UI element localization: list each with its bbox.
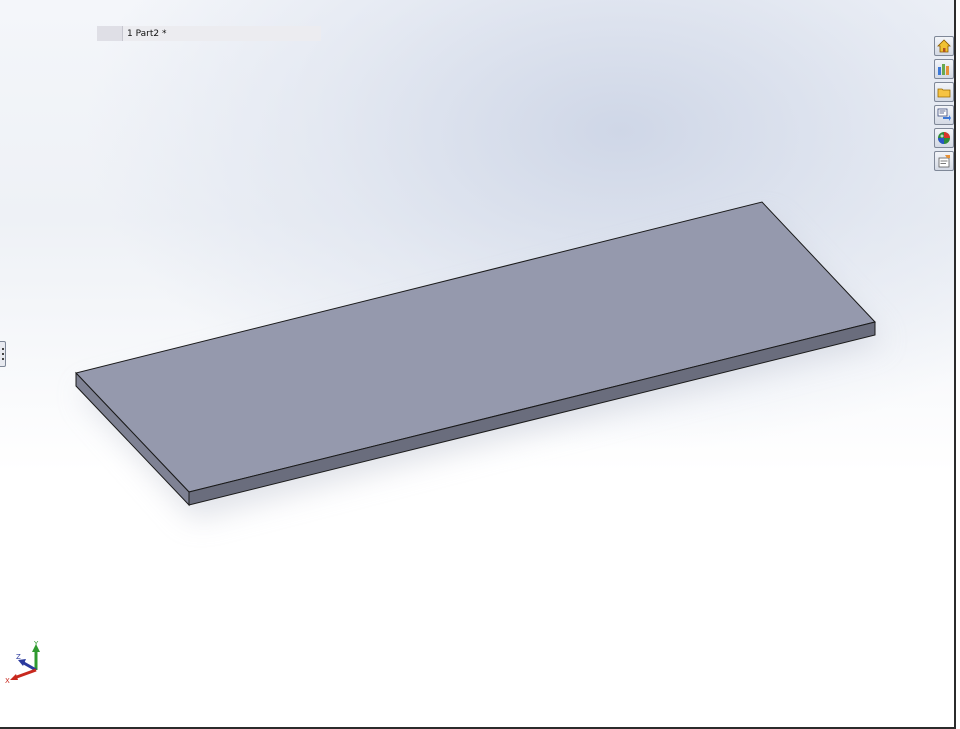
- appearances-icon: [938, 132, 950, 144]
- x-axis-line: [13, 668, 37, 680]
- task-pane-tabs: [934, 36, 954, 171]
- design-library-icon: [938, 64, 949, 75]
- y-axis-label: Y: [33, 640, 39, 648]
- x-axis-arrow: [10, 674, 18, 680]
- graphics-area[interactable]: 1 Part2 * Y Z X: [0, 0, 954, 727]
- design-library-tab-button[interactable]: [934, 59, 954, 79]
- home-tab-button[interactable]: [934, 36, 954, 56]
- handle-dot: [1, 353, 4, 355]
- custom-properties-tab-button[interactable]: [934, 151, 954, 171]
- window-right-strip: [956, 0, 960, 729]
- view-palette-icon: [937, 108, 951, 121]
- file-explorer-tab-button[interactable]: [934, 82, 954, 102]
- handle-dot: [1, 348, 4, 350]
- reference-triad: Y Z X: [5, 640, 40, 685]
- appearances-tab-button[interactable]: [934, 128, 954, 148]
- custom-properties-icon: [938, 155, 950, 168]
- handle-dot: [1, 358, 4, 360]
- z-axis-label: Z: [16, 653, 21, 661]
- part-model[interactable]: [0, 0, 954, 727]
- x-axis-label: X: [5, 677, 10, 685]
- view-palette-tab-button[interactable]: [934, 105, 954, 125]
- home-icon: [937, 39, 951, 53]
- model-top-face[interactable]: [75, 201, 876, 493]
- folder-icon: [937, 88, 951, 98]
- panel-collapse-handle[interactable]: [0, 341, 6, 367]
